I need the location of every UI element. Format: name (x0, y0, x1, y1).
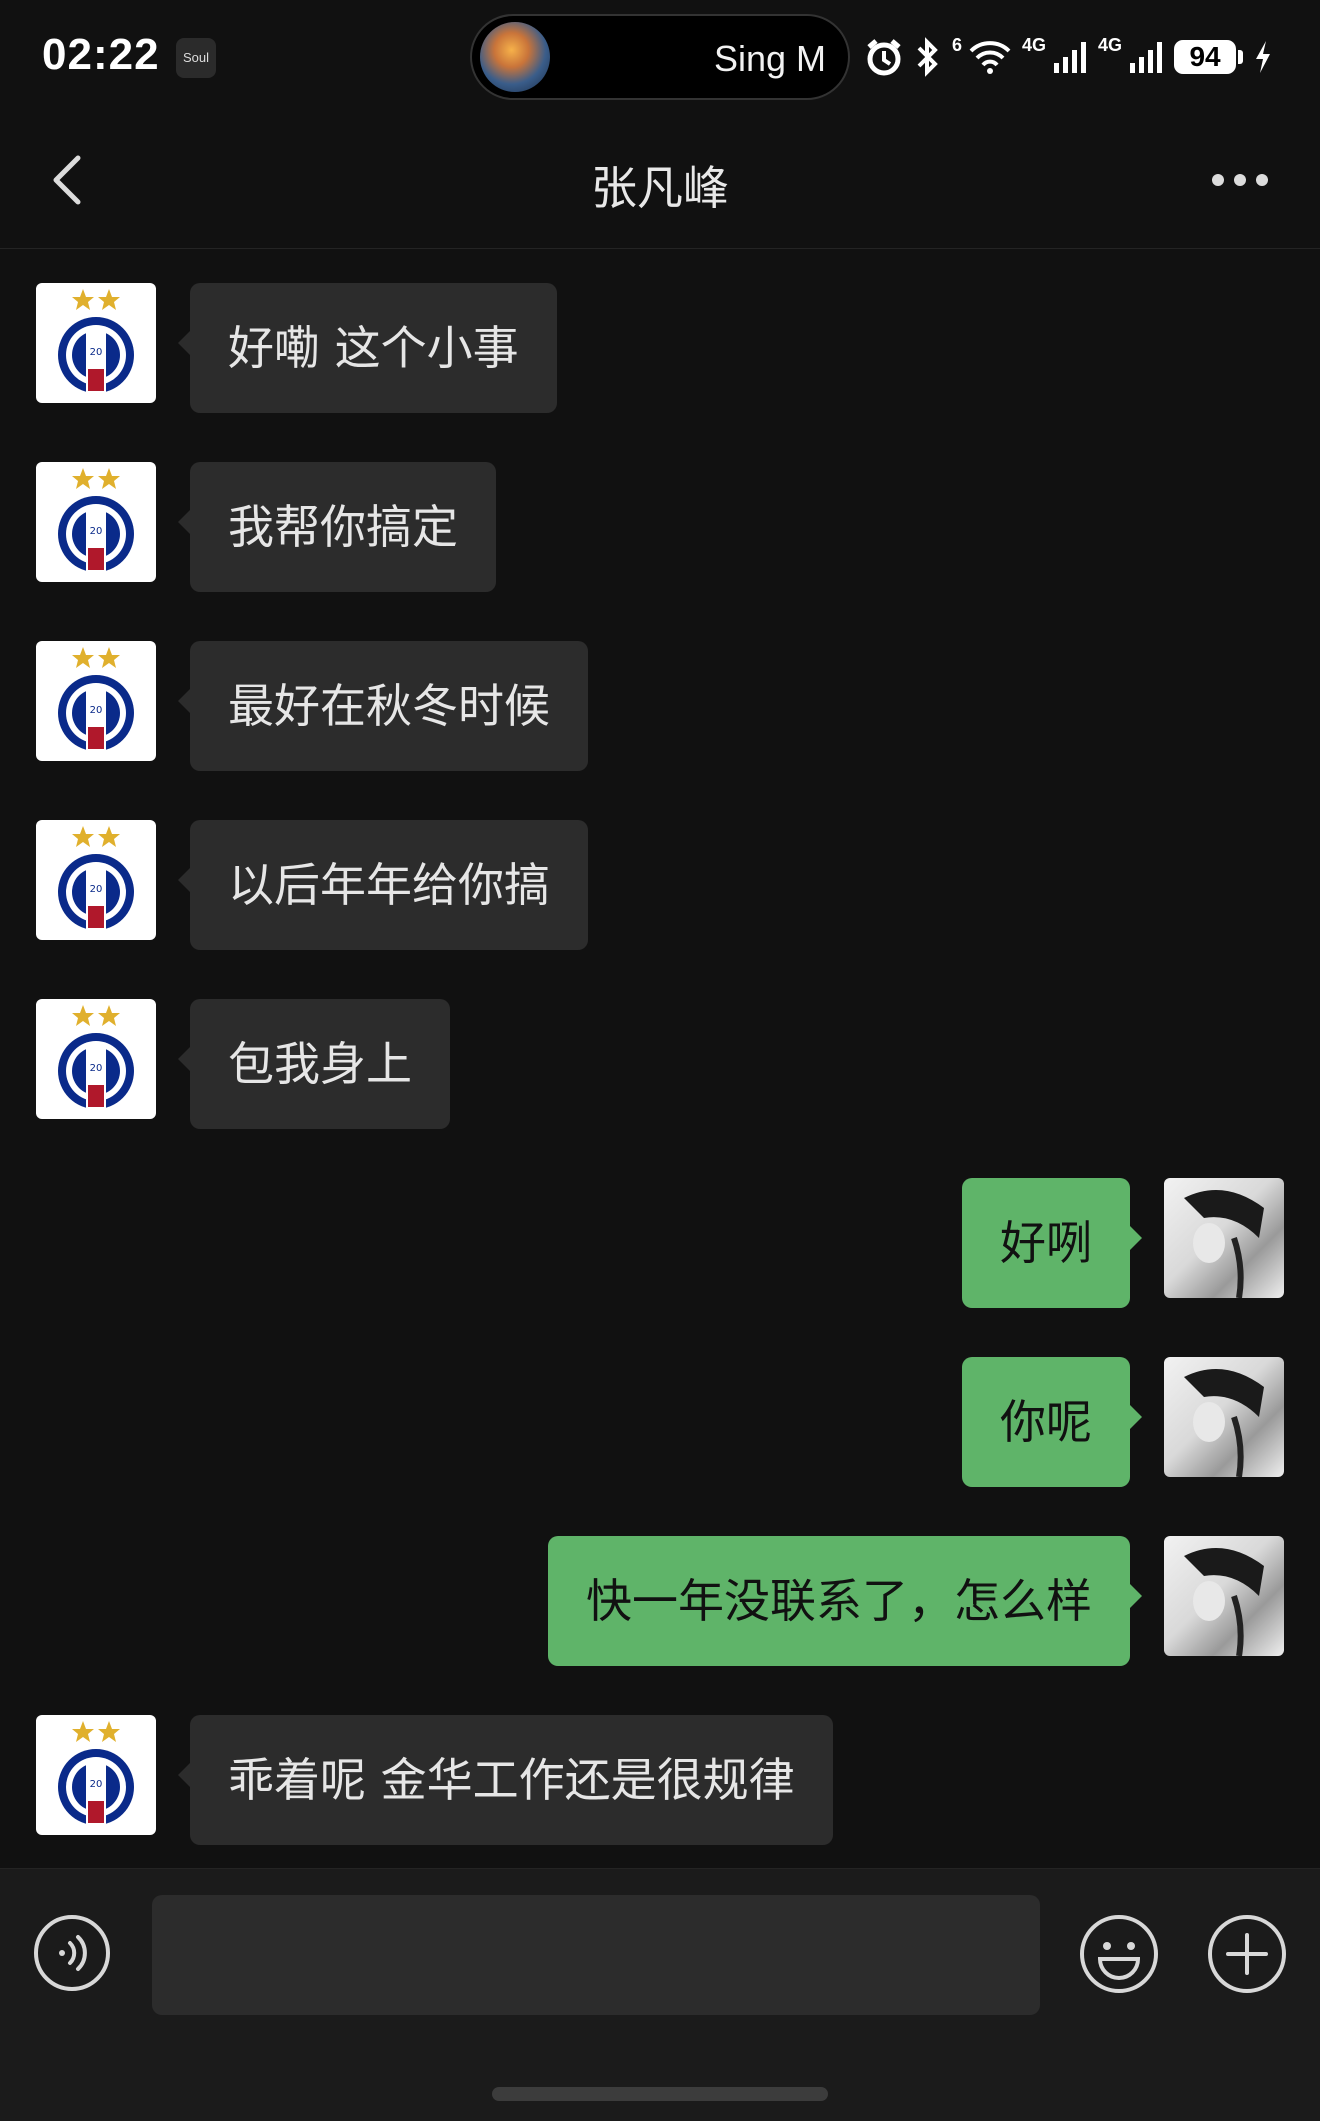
message-bubble[interactable]: 好咧 (962, 1178, 1130, 1308)
message-row: 快一年没联系了，怎么样 (0, 1536, 1320, 1668)
svg-text:20: 20 (90, 1063, 103, 1074)
svg-text:20: 20 (90, 526, 103, 537)
message-input[interactable] (152, 1895, 1040, 2015)
message-row: 20 包我身上 (0, 999, 1320, 1131)
media-island[interactable]: Sing M (470, 14, 850, 100)
message-bubble[interactable]: 快一年没联系了，怎么样 (548, 1536, 1130, 1666)
charging-icon (1253, 39, 1273, 75)
svg-text:20: 20 (90, 705, 103, 716)
network-type-label: 4G (1098, 34, 1123, 55)
contact-avatar[interactable]: 20 (36, 462, 156, 582)
alarm-icon (864, 37, 904, 77)
contact-avatar[interactable]: 20 (36, 999, 156, 1119)
contact-avatar[interactable]: 20 (36, 641, 156, 761)
contact-avatar[interactable]: 20 (36, 820, 156, 940)
more-dots-icon (1212, 174, 1268, 186)
more-actions-button[interactable] (1206, 1913, 1288, 1995)
message-row: 20 乖着呢 金华工作还是很规律 (0, 1715, 1320, 1847)
message-bubble[interactable]: 以后年年给你搞 (190, 820, 588, 950)
battery-level: 94 (1174, 40, 1237, 74)
plus-icon (1208, 1915, 1286, 1993)
svg-text:20: 20 (90, 1779, 103, 1790)
signal-icon (1128, 39, 1164, 75)
input-bar (0, 1868, 1320, 2121)
wifi-standard-label: 6 (952, 34, 963, 55)
battery-icon: 94 (1174, 40, 1244, 74)
more-button[interactable] (1204, 156, 1276, 204)
my-avatar[interactable] (1164, 1357, 1284, 1477)
contact-avatar[interactable]: 20 (36, 283, 156, 403)
message-row: 20 好嘞 这个小事 (0, 283, 1320, 415)
chat-header: 张凡峰 (0, 112, 1320, 249)
message-bubble[interactable]: 包我身上 (190, 999, 450, 1129)
my-avatar[interactable] (1164, 1536, 1284, 1656)
smiley-icon (1080, 1915, 1158, 1993)
svg-text:20: 20 (90, 347, 103, 358)
message-bubble[interactable]: 我帮你搞定 (190, 462, 496, 592)
signal-icon (1052, 39, 1088, 75)
message-row: 20 最好在秋冬时候 (0, 641, 1320, 773)
wifi-icon (968, 39, 1012, 75)
message-row: 20 我帮你搞定 (0, 462, 1320, 594)
my-avatar[interactable] (1164, 1178, 1284, 1298)
emoji-button[interactable] (1078, 1913, 1160, 1995)
message-bubble[interactable]: 最好在秋冬时候 (190, 641, 588, 771)
message-bubble[interactable]: 你呢 (962, 1357, 1130, 1487)
contact-avatar[interactable]: 20 (36, 1715, 156, 1835)
status-icons: 6 4G 4G 94 (864, 32, 1273, 82)
album-art-icon (480, 22, 550, 92)
voice-button[interactable] (32, 1913, 112, 1993)
message-row: 你呢 (0, 1357, 1320, 1489)
home-indicator[interactable] (492, 2087, 828, 2101)
svg-text:20: 20 (90, 884, 103, 895)
network-type-label: 4G (1022, 34, 1047, 55)
soul-app-icon: Soul (176, 38, 216, 78)
message-bubble[interactable]: 好嘞 这个小事 (190, 283, 557, 413)
status-bar: 02:22 Soul Sing M 6 4G 4G 94 (0, 0, 1320, 112)
voice-icon (34, 1915, 110, 1991)
status-time: 02:22 (42, 30, 160, 79)
message-bubble[interactable]: 乖着呢 金华工作还是很规律 (190, 1715, 833, 1845)
message-row: 20 以后年年给你搞 (0, 820, 1320, 952)
chat-title: 张凡峰 (591, 161, 729, 215)
bluetooth-icon (914, 37, 942, 77)
media-title: Sing M (713, 38, 826, 79)
message-row: 好咧 (0, 1178, 1320, 1310)
